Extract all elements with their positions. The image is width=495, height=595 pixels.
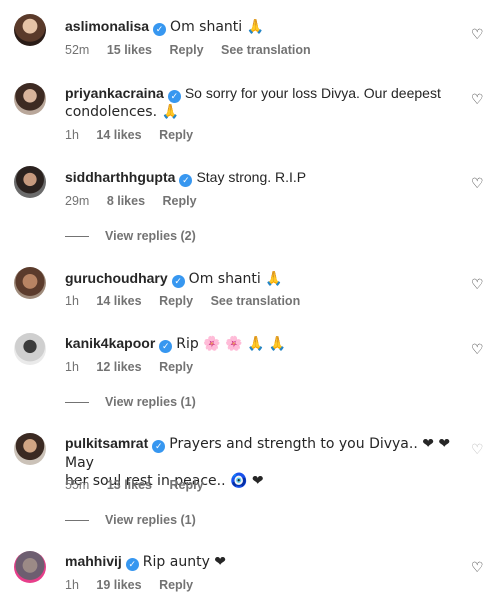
- like-heart-icon[interactable]: ♡: [471, 92, 485, 106]
- avatar[interactable]: [14, 267, 46, 299]
- comment-body: kanik4kapoor ✓ Rip 🌸 🌸 🙏 🙏: [65, 334, 455, 353]
- verified-badge-icon: ✓: [125, 558, 139, 571]
- verified-badge-icon: ✓: [179, 174, 193, 187]
- like-heart-icon[interactable]: ♡: [471, 442, 485, 456]
- comment-body: priyankacraina ✓ So sorry for your loss Di…: [65, 84, 455, 121]
- view-replies-label: View replies (2): [105, 229, 196, 243]
- view-replies-button[interactable]: View replies (1): [65, 395, 196, 409]
- reply-button[interactable]: Reply: [159, 578, 193, 592]
- like-heart-icon[interactable]: ♡: [471, 27, 485, 41]
- comment-body: aslimonalisa ✓ Om shanti 🙏: [65, 17, 455, 36]
- timestamp: 1h: [65, 360, 79, 374]
- comment-body: siddharthhgupta ✓ Stay strong. R.I.P: [65, 168, 455, 187]
- view-replies-label: View replies (1): [105, 513, 196, 527]
- likes-count[interactable]: 12 likes: [96, 360, 141, 374]
- comment-text: Stay strong. R.I.P: [196, 169, 307, 185]
- username[interactable]: aslimonalisa: [65, 18, 149, 34]
- reply-button[interactable]: Reply: [163, 194, 197, 208]
- comment-meta: 1h 14 likes Reply See translation: [65, 294, 314, 308]
- reply-button[interactable]: Reply: [159, 128, 193, 142]
- comment-meta: 1h 14 likes Reply: [65, 128, 207, 142]
- verified-badge-icon: ✓: [153, 23, 167, 36]
- username[interactable]: siddharthhgupta: [65, 169, 175, 185]
- timestamp: 52m: [65, 43, 90, 57]
- timestamp: 1h: [65, 294, 79, 308]
- like-heart-icon[interactable]: ♡: [471, 342, 485, 356]
- verified-badge-icon: ✓: [159, 340, 173, 353]
- likes-count[interactable]: 13 likes: [107, 478, 152, 492]
- avatar[interactable]: [14, 83, 46, 115]
- comment-text: Om shanti 🙏: [188, 271, 283, 287]
- timestamp: 1h: [65, 128, 79, 142]
- username[interactable]: priyankacraina: [65, 85, 164, 101]
- likes-count[interactable]: 19 likes: [96, 578, 141, 592]
- view-replies-label: View replies (1): [105, 395, 196, 409]
- like-heart-icon[interactable]: ♡: [471, 277, 485, 291]
- like-heart-icon[interactable]: ♡: [471, 176, 485, 190]
- comment-text: Rip 🌸 🌸 🙏 🙏: [176, 336, 287, 352]
- see-translation-button[interactable]: See translation: [221, 43, 311, 57]
- comment-text: Rip aunty ❤: [142, 554, 227, 570]
- comment-meta: 52m 15 likes Reply See translation: [65, 43, 325, 57]
- replies-divider: [65, 520, 89, 522]
- username[interactable]: kanik4kapoor: [65, 335, 155, 351]
- avatar[interactable]: [14, 333, 46, 365]
- comment-text-continued: condolences. 🙏: [65, 104, 179, 120]
- see-translation-button[interactable]: See translation: [211, 294, 301, 308]
- timestamp: 1h: [65, 578, 79, 592]
- view-replies-button[interactable]: View replies (1): [65, 513, 196, 527]
- comment-meta: 1h 19 likes Reply: [65, 578, 207, 592]
- timestamp: 55m: [65, 478, 90, 492]
- avatar[interactable]: [14, 433, 46, 465]
- timestamp: 29m: [65, 194, 90, 208]
- reply-button[interactable]: Reply: [159, 294, 193, 308]
- avatar[interactable]: [14, 14, 46, 46]
- avatar[interactable]: [14, 166, 46, 198]
- replies-divider: [65, 402, 89, 404]
- comment-meta: 55m 13 likes Reply: [65, 478, 218, 492]
- comment-text: Om shanti 🙏: [170, 19, 265, 35]
- reply-button[interactable]: Reply: [169, 43, 203, 57]
- likes-count[interactable]: 14 likes: [96, 128, 141, 142]
- verified-badge-icon: ✓: [171, 275, 185, 288]
- likes-count[interactable]: 8 likes: [107, 194, 145, 208]
- username[interactable]: guruchoudhary: [65, 270, 168, 286]
- comment-text: So sorry for your loss Divya. Our deepes…: [184, 85, 441, 101]
- comment-meta: 1h 12 likes Reply: [65, 360, 207, 374]
- reply-button[interactable]: Reply: [169, 478, 203, 492]
- avatar[interactable]: [14, 551, 46, 583]
- reply-button[interactable]: Reply: [159, 360, 193, 374]
- like-heart-icon[interactable]: ♡: [471, 560, 485, 574]
- verified-badge-icon: ✓: [152, 440, 166, 453]
- verified-badge-icon: ✓: [167, 90, 181, 103]
- comment-body: guruchoudhary ✓ Om shanti 🙏: [65, 269, 455, 288]
- view-replies-button[interactable]: View replies (2): [65, 229, 196, 243]
- likes-count[interactable]: 14 likes: [96, 294, 141, 308]
- replies-divider: [65, 236, 89, 238]
- likes-count[interactable]: 15 likes: [107, 43, 152, 57]
- comment-body: mahhivij ✓ Rip aunty ❤: [65, 552, 455, 571]
- username[interactable]: mahhivij: [65, 553, 122, 569]
- comment-meta: 29m 8 likes Reply: [65, 194, 211, 208]
- username[interactable]: pulkitsamrat: [65, 435, 148, 451]
